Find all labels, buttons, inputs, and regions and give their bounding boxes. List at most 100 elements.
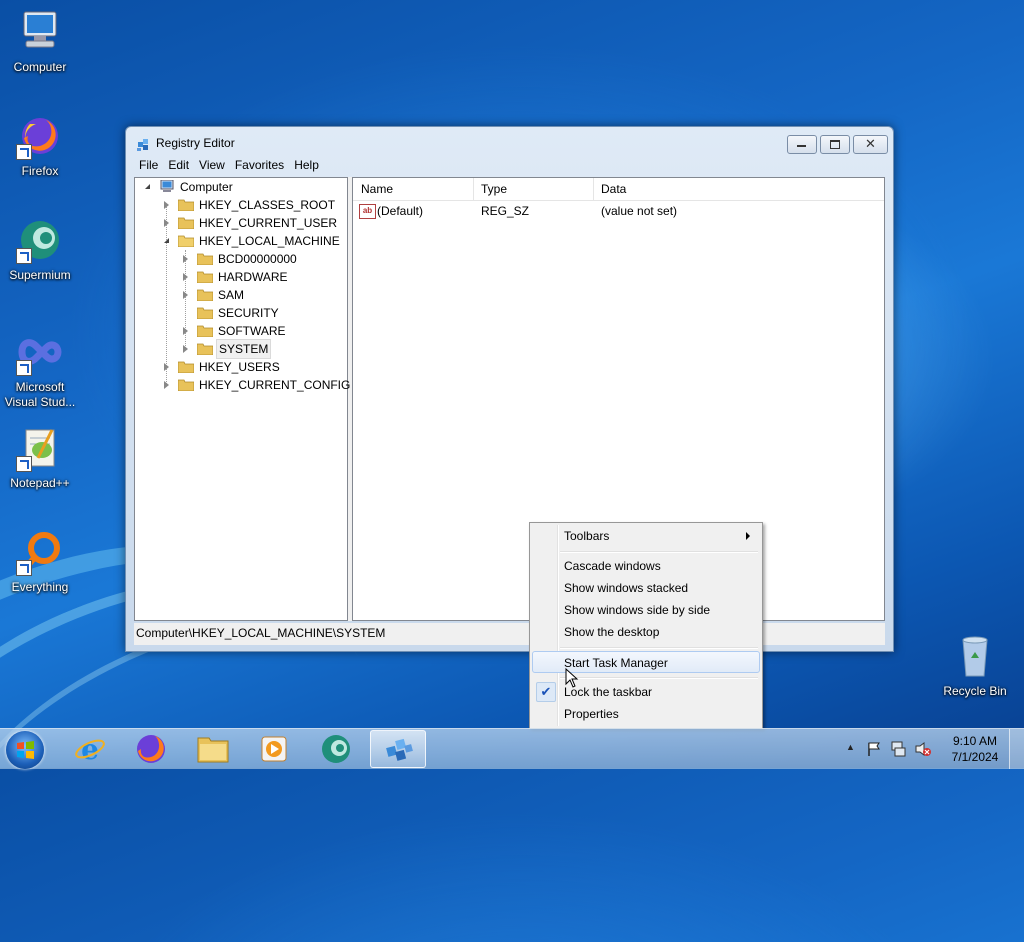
menu-help[interactable]: Help [289, 157, 324, 173]
status-bar: Computer\HKEY_LOCAL_MACHINE\SYSTEM [134, 623, 885, 645]
minimize-button[interactable] [787, 135, 817, 154]
shortcut-arrow-icon [16, 248, 32, 264]
taskbar-file-explorer[interactable] [185, 730, 241, 768]
maximize-button[interactable] [820, 135, 850, 154]
menu-file[interactable]: File [134, 157, 163, 173]
show-desktop-button[interactable] [1009, 729, 1024, 769]
expand-icon [164, 381, 169, 389]
desktop-icon-notepadpp[interactable]: Notepad++ [0, 424, 80, 491]
tree-node-label: HKEY_CURRENT_CONFIG [199, 378, 351, 392]
system-tray: ▲ 9:10 AM 7/1/2024 [840, 729, 1024, 769]
tree-node-label: Computer [180, 180, 233, 194]
menu-bar: File Edit View Favorites Help [134, 157, 885, 175]
folder-icon [178, 217, 194, 229]
tree-guide-line [166, 204, 167, 384]
menu-item-properties[interactable]: Properties [532, 703, 760, 725]
menu-view[interactable]: View [194, 157, 230, 173]
show-hidden-icons-icon[interactable]: ▲ [846, 742, 855, 752]
desktop-icon-label: Supermium [9, 268, 71, 282]
minimize-icon [797, 145, 806, 147]
menu-item-cascade-windows[interactable]: Cascade windows [532, 555, 760, 577]
menu-item-toolbars[interactable]: Toolbars [532, 525, 760, 547]
folder-icon [197, 325, 213, 337]
shortcut-arrow-icon [16, 360, 32, 376]
svg-text:e: e [81, 733, 99, 766]
menu-item-show-the-desktop[interactable]: Show the desktop [532, 621, 760, 643]
status-path: Computer\HKEY_LOCAL_MACHINE\SYSTEM [136, 626, 386, 640]
restore-icon [830, 140, 840, 149]
menu-edit[interactable]: Edit [163, 157, 194, 173]
collapse-icon [145, 184, 150, 189]
menu-item-label: Show windows side by side [564, 603, 711, 617]
visual-studio-icon [16, 328, 64, 376]
tree-node-label: SAM [218, 288, 245, 302]
registry-editor-icon [137, 139, 148, 151]
taskbar-internet-explorer[interactable]: e [62, 730, 118, 768]
tree-node-label: SOFTWARE [218, 324, 286, 338]
folder-icon [197, 271, 213, 283]
menu-item-label: Properties [564, 707, 619, 721]
tree-node-label: BCD00000000 [218, 252, 297, 266]
registry-editor-window: Registry Editor ✕ File Edit View Favorites H… [125, 126, 894, 652]
computer-icon [160, 180, 174, 192]
checkmark-icon: ✔ [536, 682, 556, 702]
desktop-icon-label: Notepad++ [10, 476, 70, 490]
menu-item-label: Cascade windows [564, 559, 661, 573]
menu-item-show-windows-side-by-side[interactable]: Show windows side by side [532, 599, 760, 621]
expand-icon [183, 291, 188, 299]
supermium-icon [322, 735, 350, 763]
expand-icon [183, 345, 188, 353]
folder-icon [178, 361, 194, 373]
expand-icon [164, 219, 169, 227]
expand-icon [164, 201, 169, 209]
desktop-icon-label: Everything [11, 580, 69, 594]
desktop-icon-everything[interactable]: Everything [0, 528, 80, 595]
column-divider[interactable] [593, 178, 594, 200]
firefox-icon [16, 112, 64, 160]
menu-item-show-windows-stacked[interactable]: Show windows stacked [532, 577, 760, 599]
network-icon[interactable] [890, 741, 908, 757]
volume-muted-icon[interactable] [914, 741, 932, 757]
menu-item-label: Show the desktop [564, 625, 660, 639]
folder-icon [197, 307, 213, 319]
taskbar-media-player[interactable] [246, 730, 302, 768]
registry-tree[interactable]: Computer HKEY_CLASSES_ROOT HKEY_CURRENT_… [134, 177, 350, 621]
taskbar-registry-editor[interactable] [370, 730, 426, 768]
desktop-icon-computer[interactable]: Computer [0, 8, 80, 75]
tree-node-label: HKEY_USERS [199, 360, 280, 374]
desktop-icon-label: Firefox [21, 164, 59, 178]
taskbar-firefox[interactable] [123, 730, 179, 768]
close-button[interactable]: ✕ [853, 135, 888, 154]
folder-icon [197, 253, 213, 265]
recycle-bin-icon [951, 632, 999, 680]
collapse-icon [164, 238, 169, 243]
desktop-icon-firefox[interactable]: Firefox [0, 112, 80, 179]
desktop-icon-visual-studio[interactable]: Microsoft Visual Stud... [0, 328, 80, 410]
everything-icon [16, 528, 64, 576]
taskbar-supermium[interactable] [308, 730, 364, 768]
menu-favorites[interactable]: Favorites [230, 157, 289, 173]
tree-node-label-selected: SYSTEM [216, 339, 272, 359]
taskbar-context-menu: Toolbars Cascade windows Show windows st… [529, 522, 763, 729]
title-bar[interactable]: Registry Editor ✕ [126, 127, 893, 157]
clock-date: 7/1/2024 [951, 750, 999, 764]
action-center-flag-icon[interactable] [866, 741, 882, 757]
start-button[interactable] [6, 731, 44, 769]
list-row[interactable]: ab (Default) REG_SZ (value not set) [353, 202, 884, 220]
list-header: Name Type Data [353, 178, 884, 201]
desktop-icon-recycle-bin[interactable]: Recycle Bin [935, 632, 1015, 699]
shortcut-arrow-icon [16, 560, 32, 576]
desktop-icon-supermium[interactable]: Supermium [0, 216, 80, 283]
column-divider[interactable] [473, 178, 474, 200]
menu-separator [560, 677, 758, 679]
column-header-name[interactable]: Name [361, 182, 393, 196]
menu-item-label: Start Task Manager [564, 656, 668, 670]
column-header-data[interactable]: Data [601, 182, 626, 196]
computer-icon [16, 8, 64, 56]
clock[interactable]: 9:10 AM 7/1/2024 [940, 733, 1010, 765]
submenu-arrow-icon [746, 532, 750, 540]
media-player-icon [261, 736, 287, 762]
close-icon: ✕ [865, 136, 876, 151]
tree-node-label: HKEY_CURRENT_USER [199, 216, 338, 230]
column-header-type[interactable]: Type [481, 182, 507, 196]
